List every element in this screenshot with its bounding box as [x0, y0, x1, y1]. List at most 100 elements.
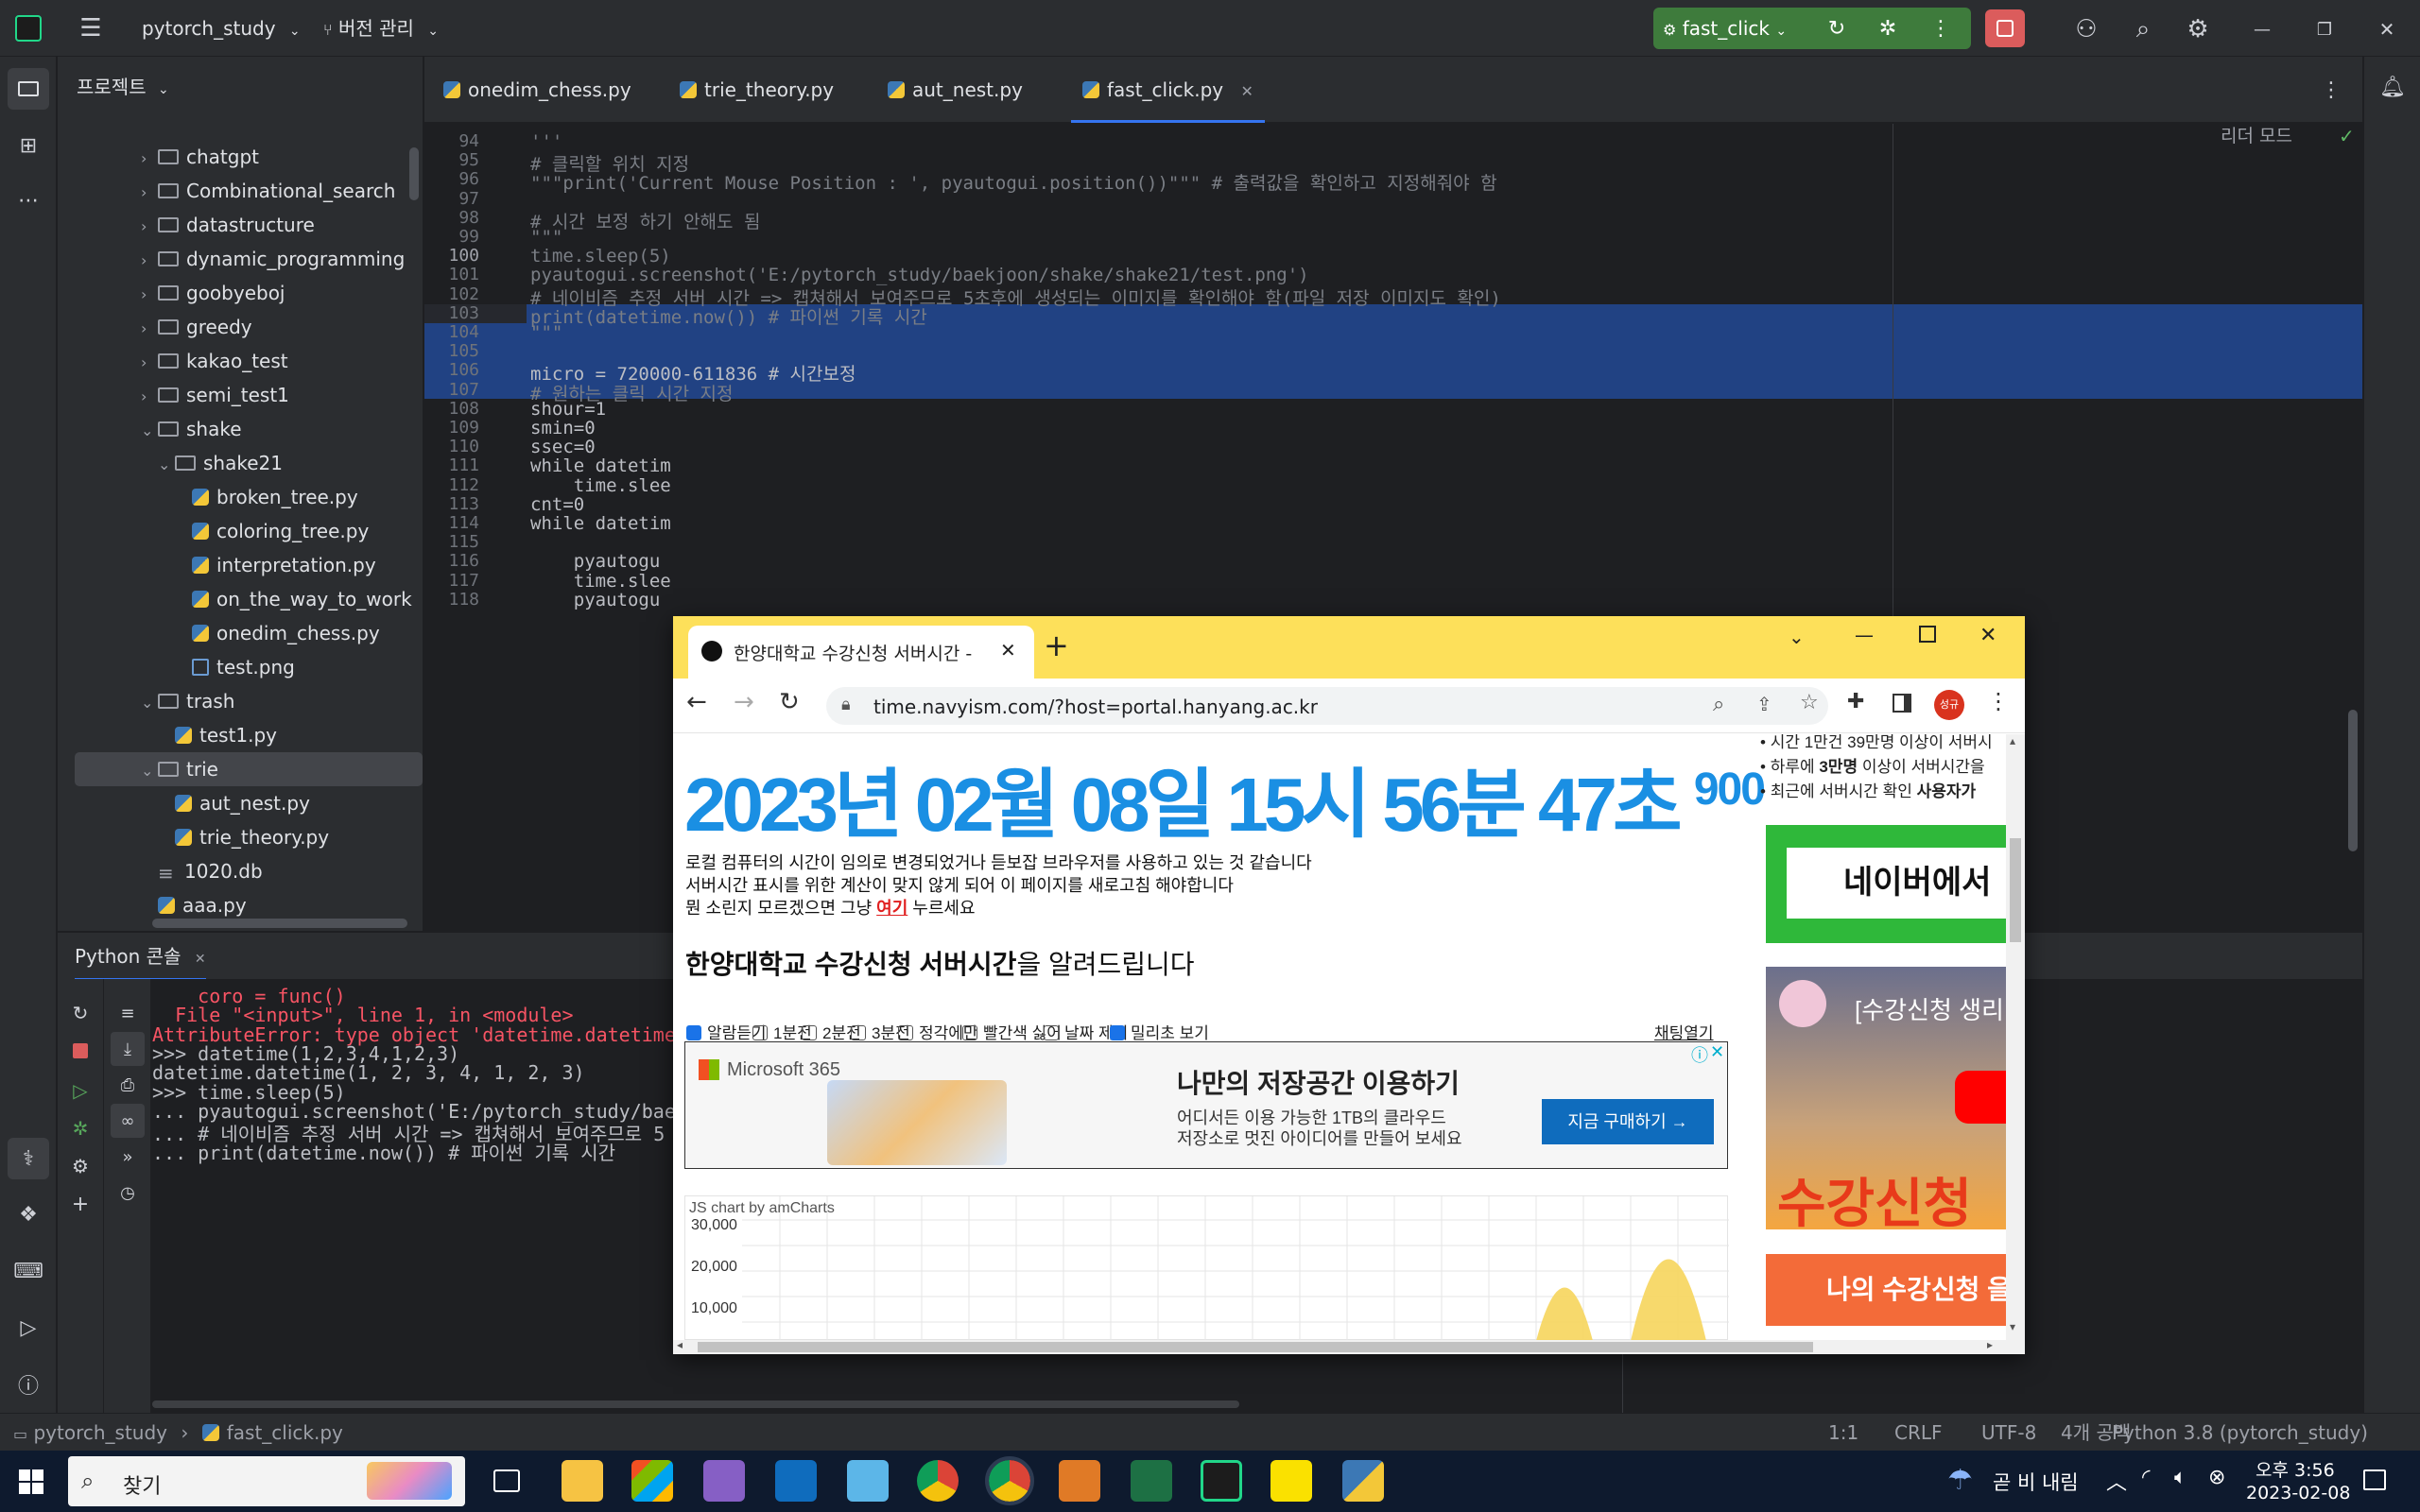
checkbox-empty-icon[interactable] [898, 1024, 913, 1040]
tab-python-console[interactable]: Python 콘솔 ✕ [75, 933, 206, 980]
tree-item[interactable]: ⌄ trash [58, 684, 423, 720]
tab-actions-icon[interactable]: ⋮ [2315, 74, 2347, 106]
tree-item[interactable]: test1.py [58, 718, 423, 752]
tab-trie-theory[interactable]: trie_theory.py [680, 57, 834, 123]
caret-position[interactable]: 1:1 [1828, 1414, 1858, 1452]
print-icon[interactable]: ⎙ [111, 1068, 145, 1102]
tree-horizontal-scrollbar[interactable] [152, 919, 407, 928]
share-icon[interactable]: ⇪ [1756, 693, 1772, 715]
reader-mode-toggle[interactable]: 리더 모드 [2221, 124, 2292, 148]
chevron-down-icon[interactable]: ⌄ [158, 448, 175, 482]
tree-item[interactable]: onedim_chess.py [58, 616, 423, 650]
chrome-profile-icon[interactable] [985, 1456, 1034, 1505]
soft-wrap-icon[interactable]: ≡ [111, 996, 145, 1030]
weather-text[interactable]: 곧 비 내림 [1993, 1468, 2079, 1496]
battery-warning-icon[interactable]: ⊗ [2208, 1466, 2225, 1489]
run-configuration-selector[interactable]: ⚙ fast_click ⌄ [1663, 8, 1787, 49]
youtube-play-icon[interactable] [1955, 1071, 2006, 1124]
tree-item[interactable]: aut_nest.py [58, 786, 423, 820]
checkbox-empty-icon[interactable] [802, 1024, 817, 1040]
forward-icon[interactable]: → [734, 688, 754, 716]
chrome-menu-icon[interactable]: ⋮ [1987, 688, 2010, 714]
tree-item[interactable]: trie_theory.py [58, 820, 423, 854]
tree-item[interactable]: ⌄ shake21 [58, 446, 423, 482]
console-horizontal-scrollbar[interactable] [152, 1400, 1239, 1408]
tree-item[interactable]: coloring_tree.py [58, 514, 423, 548]
rerun-icon[interactable]: ↻ [1822, 13, 1852, 43]
kakaotalk-icon[interactable] [1270, 1460, 1312, 1502]
scroll-up-arrow-icon[interactable]: ▴ [2010, 734, 2015, 747]
checkbox-checked-icon[interactable] [686, 1024, 701, 1040]
python-interpreter[interactable]: Python 3.8 (pytorch_study) [2112, 1414, 2368, 1452]
tree-item[interactable]: broken_tree.py [58, 480, 423, 514]
stop-button[interactable] [1985, 9, 2025, 47]
tab-onedim-chess[interactable]: onedim_chess.py [443, 57, 631, 123]
visual-studio-icon[interactable] [703, 1460, 745, 1502]
notifications-bell-icon[interactable]: 🔔︎ [2372, 66, 2413, 108]
rerun-console-icon[interactable]: ↻ [63, 996, 97, 1030]
pycharm-logo-icon[interactable] [15, 15, 42, 42]
execute-icon[interactable]: ▷ [63, 1074, 97, 1108]
new-console-icon[interactable]: + [63, 1187, 97, 1221]
browser-tab[interactable]: 한양대학교 수강신청 서버시간 - ✕ [688, 626, 1034, 679]
special-variables-icon[interactable]: » [111, 1140, 145, 1174]
excel-icon[interactable] [1131, 1460, 1172, 1502]
project-tool-button[interactable] [8, 68, 49, 110]
tree-item[interactable]: on_the_way_to_work [58, 582, 423, 616]
main-menu-icon[interactable]: ☰ [76, 13, 106, 43]
more-tools-icon[interactable]: ⋯ [8, 180, 49, 221]
tab-fast-click[interactable]: fast_click.py ✕ [1071, 57, 1265, 123]
maximize-icon[interactable] [1919, 626, 1936, 643]
show-variables-icon[interactable]: ∞ [111, 1104, 145, 1138]
checkbox-empty-icon[interactable] [1044, 1024, 1059, 1040]
my-registration-button[interactable]: 나의 수강신청 을 [1766, 1254, 2006, 1326]
tree-item[interactable]: ≡ 1020.db [58, 854, 423, 888]
problems-icon[interactable]: ⓘ [8, 1364, 49, 1405]
chrome-icon[interactable] [917, 1460, 959, 1502]
scroll-down-arrow-icon[interactable]: ▾ [2010, 1320, 2015, 1333]
task-view-icon[interactable] [493, 1469, 520, 1492]
chevron-right-icon[interactable]: › [141, 312, 158, 346]
chevron-down-icon[interactable]: ⌄ [141, 686, 158, 720]
tree-item[interactable]: test.png [58, 650, 423, 684]
tab-aut-nest[interactable]: aut_nest.py [888, 57, 1023, 123]
python-packages-icon[interactable]: ❖ [8, 1194, 49, 1235]
python-taskbar-icon[interactable] [1342, 1460, 1384, 1502]
horizontal-scroll-thumb[interactable] [698, 1342, 1813, 1352]
address-bar[interactable]: 🔒︎ time.navyism.com/?host=portal.hanyang… [826, 687, 1828, 725]
tree-item[interactable]: ⌄ trie [75, 752, 423, 786]
pycharm-taskbar-icon[interactable] [1201, 1460, 1242, 1502]
close-console-icon[interactable]: ✕ [195, 952, 206, 967]
taskbar-search-box[interactable]: ⌕ 찾기 [68, 1456, 465, 1506]
close-tab-icon[interactable]: ✕ [1000, 639, 1016, 662]
option-checkbox[interactable]: 밀리초 보기 [1110, 1020, 1209, 1043]
notepad-icon[interactable] [847, 1460, 889, 1502]
breadcrumb-file[interactable]: fast_click.py [227, 1421, 343, 1444]
file-encoding[interactable]: UTF-8 [1981, 1414, 2036, 1452]
microsoft-store-icon[interactable] [631, 1460, 673, 1502]
terminal-icon[interactable]: ⌨ [8, 1250, 49, 1292]
checkbox-empty-icon[interactable] [962, 1024, 977, 1040]
breadcrumb-project[interactable]: pytorch_study [33, 1421, 167, 1444]
advertisement-banner[interactable]: Microsoft 365 나만의 저장공간 이용하기 어디서든 이용 가능한 … [684, 1041, 1728, 1169]
minimize-icon[interactable]: — [2246, 13, 2278, 45]
chart-credit[interactable]: JS chart by amCharts [689, 1200, 835, 1217]
new-tab-icon[interactable]: + [1044, 627, 1069, 663]
tree-item[interactable]: interpretation.py [58, 548, 423, 582]
side-panel-icon[interactable] [1893, 694, 1911, 713]
debug-icon[interactable]: ✲ [1873, 13, 1903, 43]
back-icon[interactable]: ← [686, 688, 707, 716]
stop-console-icon[interactable] [73, 1043, 88, 1058]
tree-item[interactable]: aaa.py [58, 888, 423, 922]
minimize-icon[interactable]: — [1855, 624, 1874, 646]
chevron-down-icon[interactable]: ⌄ [141, 754, 158, 788]
tree-item[interactable]: › goobyeboj [58, 276, 423, 310]
extensions-puzzle-icon[interactable]: ✚ [1847, 690, 1864, 713]
reload-icon[interactable]: ↻ [779, 688, 800, 716]
scroll-left-arrow-icon[interactable]: ◂ [677, 1338, 683, 1351]
chevron-right-icon[interactable]: › [141, 210, 158, 244]
windows-start-icon[interactable] [19, 1469, 43, 1494]
weather-icon[interactable]: ☂ [1947, 1464, 1973, 1497]
inspection-ok-icon[interactable]: ✓ [2339, 124, 2355, 148]
project-selector[interactable]: pytorch_study ⌄ [142, 0, 301, 60]
